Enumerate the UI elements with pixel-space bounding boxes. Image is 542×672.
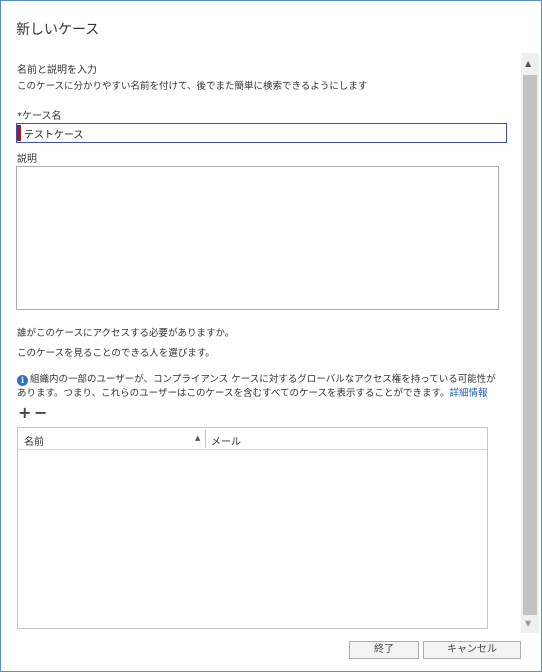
dialog-footer: 終了 キャンセル	[1, 633, 541, 671]
remove-member-icon[interactable]: −	[34, 405, 47, 421]
case-name-label: *ケース名	[17, 111, 62, 122]
info-icon: i	[17, 375, 28, 386]
learn-more-link[interactable]: 詳細情報	[450, 388, 488, 399]
description-label: 説明	[17, 154, 37, 165]
scroll-up-icon[interactable]: ▲	[525, 59, 531, 68]
add-member-icon[interactable]: +	[18, 405, 31, 421]
vertical-scrollbar[interactable]: ▲ ▼	[521, 53, 539, 633]
scrollbar-thumb[interactable]	[523, 75, 537, 615]
column-header-email[interactable]: メール	[211, 433, 241, 448]
dialog-content: 名前と説明を入力 このケースに分かりやすい名前を付けて、後でまた簡単に検索できる…	[1, 53, 521, 633]
cancel-button[interactable]: キャンセル	[423, 641, 521, 659]
section-heading: 名前と説明を入力	[17, 65, 97, 76]
case-name-input[interactable]	[16, 123, 507, 143]
section-description: このケースに分かりやすい名前を付けて、後でまた簡単に検索できるようにします	[17, 81, 368, 92]
info-message: 組織内の一部のユーザーが、コンプライアンス ケースに対するグローバルなアクセス権…	[17, 373, 497, 401]
column-header-name[interactable]: 名前	[24, 433, 44, 448]
required-field-marker	[17, 125, 21, 141]
access-question: 誰がこのケースにアクセスする必要がありますか。	[17, 328, 235, 339]
sort-ascending-icon[interactable]: ▲	[195, 434, 200, 442]
members-table: 名前 ▲ メール	[17, 427, 488, 629]
finish-button[interactable]: 終了	[349, 641, 419, 659]
dialog-title: 新しいケース	[16, 22, 100, 38]
new-case-dialog: 新しいケース 名前と説明を入力 このケースに分かりやすい名前を付けて、後でまた簡…	[0, 0, 542, 672]
table-header: 名前 ▲ メール	[18, 428, 487, 450]
scroll-down-icon[interactable]: ▼	[525, 619, 531, 628]
column-divider[interactable]	[205, 430, 206, 448]
access-instruction: このケースを見ることのできる人を選びます。	[17, 348, 215, 359]
description-textarea[interactable]	[16, 166, 499, 310]
info-message-text: 組織内の一部のユーザーが、コンプライアンス ケースに対するグローバルなアクセス権…	[17, 374, 496, 399]
